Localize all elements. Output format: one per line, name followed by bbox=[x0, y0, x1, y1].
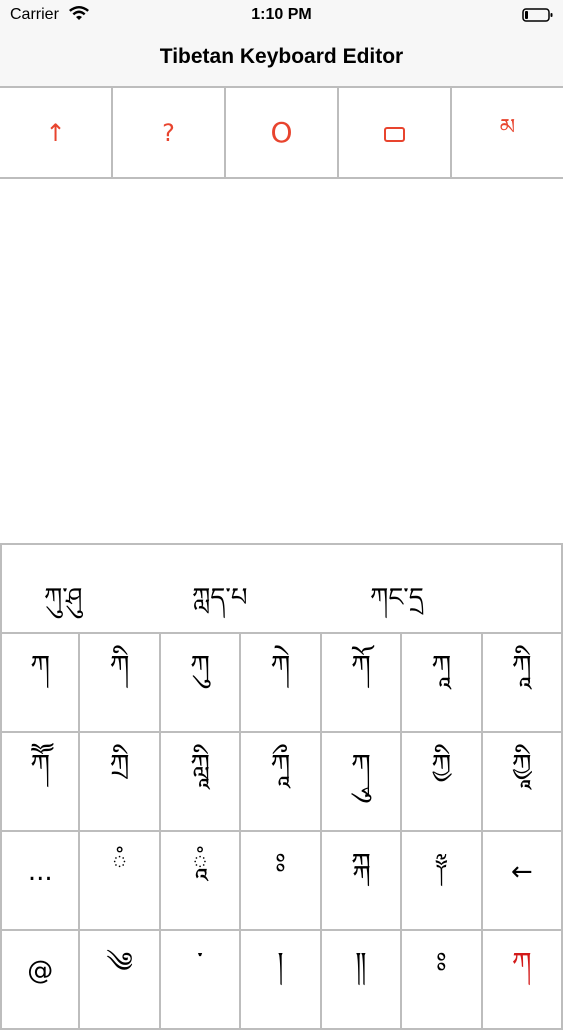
key[interactable]: ༄ bbox=[80, 931, 161, 1030]
key[interactable]: ཀཱི bbox=[482, 634, 563, 733]
more-symbols-key[interactable]: ... bbox=[0, 832, 81, 931]
suggestion-bar: ཀུ་ཤུ ཀླད་པ ཀང་དྲ bbox=[0, 545, 563, 634]
tibetan-mode-button[interactable]: མ bbox=[452, 88, 563, 177]
navigation-bar: Tibetan Keyboard Editor bbox=[0, 30, 563, 86]
page-title: Tibetan Keyboard Editor bbox=[159, 45, 404, 68]
key[interactable]: ཀེ bbox=[241, 634, 322, 733]
at-key[interactable]: @ bbox=[0, 931, 81, 1030]
double-shad-key[interactable]: ༎ bbox=[321, 931, 403, 1030]
key[interactable]: ཀྐ bbox=[321, 832, 403, 931]
key[interactable]: ཱཾ bbox=[160, 832, 242, 931]
key[interactable]: ཀྱཱི bbox=[482, 733, 563, 832]
key[interactable]: ཀྲི bbox=[80, 733, 161, 832]
suggestion-3[interactable]: ཀང་དྲ bbox=[370, 569, 424, 642]
key[interactable]: ཀཱ bbox=[402, 634, 483, 733]
key-grid: ཀ ཀི ཀུ ཀེ ཀོ ཀཱ ཀཱི ཀཽ ཀྲི ཀླཱི ཀཱྀ ཀྭུ… bbox=[0, 634, 563, 1030]
key[interactable]: ༈ bbox=[402, 832, 483, 931]
key[interactable]: ཿ bbox=[241, 832, 322, 931]
editor-toolbar: ↑ ? O མ bbox=[0, 86, 563, 179]
rectangle-button[interactable] bbox=[339, 88, 452, 177]
shad-key[interactable]: ། bbox=[241, 931, 322, 1030]
battery-icon bbox=[522, 8, 553, 22]
arrow-up-icon: ↑ bbox=[45, 118, 66, 147]
key[interactable]: ཀཽ bbox=[0, 733, 81, 832]
backspace-key[interactable]: ← bbox=[482, 832, 563, 931]
help-button[interactable]: ? bbox=[113, 88, 226, 177]
question-icon: ? bbox=[162, 118, 175, 147]
key[interactable]: ཀི bbox=[80, 634, 161, 733]
tibetan-keyboard: ཀུ་ཤུ ཀླད་པ ཀང་དྲ ཀ ཀི ཀུ ཀེ ཀོ ཀཱ ཀཱི ཀ… bbox=[0, 543, 563, 1030]
key[interactable]: ཀཱྀ bbox=[241, 733, 322, 832]
suggestion-1[interactable]: ཀུ་ཤུ bbox=[44, 569, 82, 642]
key[interactable]: ཀྭུ bbox=[321, 733, 403, 832]
tsheg-key[interactable]: ་ bbox=[160, 931, 242, 1030]
status-bar: Carrier 1:10 PM bbox=[0, 0, 563, 30]
key[interactable]: ཿ bbox=[402, 931, 483, 1030]
text-editor-area[interactable] bbox=[0, 179, 563, 543]
key[interactable]: ཀླཱི bbox=[160, 733, 242, 832]
suggestion-2[interactable]: ཀླད་པ bbox=[192, 569, 247, 642]
key[interactable]: ཀོ bbox=[321, 634, 403, 733]
key[interactable]: ཾ bbox=[80, 832, 161, 931]
circle-button[interactable]: O bbox=[226, 88, 339, 177]
key[interactable]: ཀུ bbox=[160, 634, 242, 733]
shift-button[interactable]: ↑ bbox=[0, 88, 113, 177]
tibetan-ma-icon: མ bbox=[499, 114, 516, 140]
rectangle-icon bbox=[384, 127, 405, 142]
key[interactable]: ཀྱི bbox=[402, 733, 483, 832]
key[interactable]: ཀ bbox=[0, 634, 81, 733]
status-time: 1:10 PM bbox=[251, 6, 312, 23]
circle-icon: O bbox=[270, 116, 293, 149]
highlighted-key[interactable]: ཀ bbox=[482, 931, 563, 1030]
